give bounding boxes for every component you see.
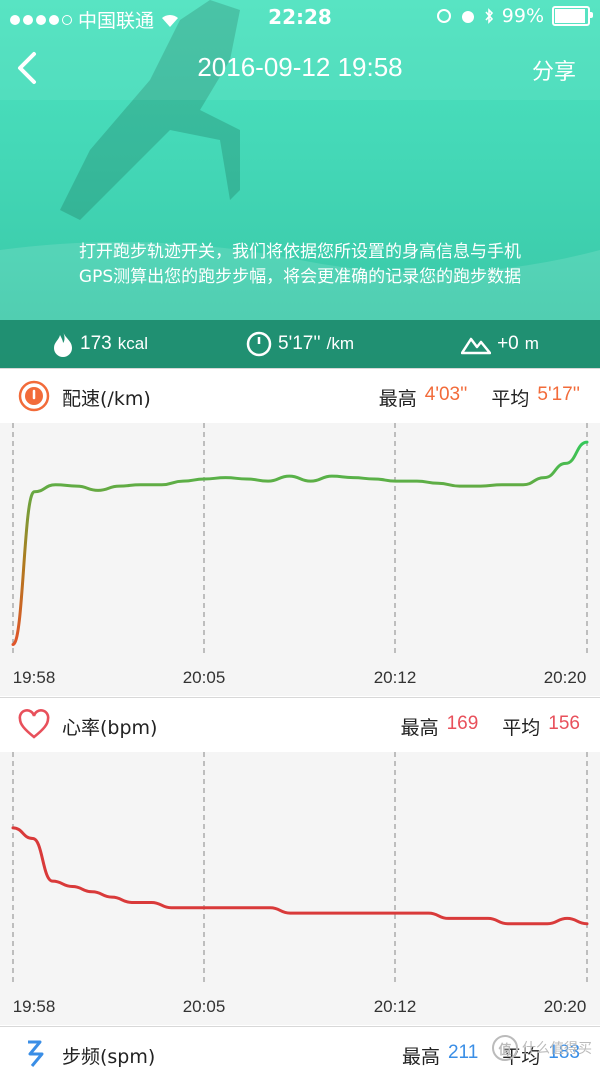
elevation-unit: m [524,334,539,353]
orientation-lock-icon [436,9,451,23]
pace-max-value: 4'03'' [424,384,468,405]
heart-icon [18,709,50,739]
cadence-max-value: 211 [447,1042,479,1063]
x-tick-label: 20:12 [373,997,417,1016]
footsteps-icon [28,1040,44,1067]
cadence-title: 步频(spm) [62,1046,156,1068]
flame-icon [54,332,73,357]
heart-chart: 19:58 20:05 20:12 20:20 [0,752,600,1025]
pace-unit: /km [326,334,354,353]
watermark-logo-icon: 值 [492,1035,518,1061]
status-bar: 中国联通 22:28 99% [0,0,600,34]
series-line [11,440,589,646]
battery-level [555,9,585,23]
pace-chart: 19:58 20:05 20:12 20:20 [0,423,600,696]
x-tick-label: 20:20 [543,668,587,687]
heart-avg-value: 156 [548,713,580,734]
pace-section-header: 配速(/km) 最高 4'03'' 平均 5'17'' [0,368,600,424]
summary-bar: 173 kcal 5'17'' /km +0 m [0,320,600,368]
battery-percent: 99% [501,5,544,27]
pace-title: 配速(/km) [62,388,151,410]
hero-banner: 中国联通 22:28 99% 2016-09-12 19:58 分享 打开跑步轨… [0,0,600,368]
pace-avg-label: 平均 [491,388,530,410]
hero-message: 打开跑步轨迹开关，我们将依据您所设置的身高信息与手机 GPS测算出您的跑步步幅，… [0,240,600,290]
x-tick-label: 19:58 [12,997,56,1016]
x-tick-label: 20:12 [373,668,417,687]
pace-value: 5'17'' [278,333,321,354]
heart-max-label: 最高 [400,717,439,739]
page-title: 2016-09-12 19:58 [197,52,403,82]
calories-value: 173 [80,333,112,354]
calories-unit: kcal [117,334,148,353]
heart-title: 心率(bpm) [62,717,158,739]
pace-stats: 最高 4'03'' 平均 5'17'' [379,384,580,411]
x-tick-label: 20:20 [543,997,587,1016]
pace-max-label: 最高 [378,388,417,410]
watermark-text: 什么值得买 [522,1041,592,1057]
heart-avg-label: 平均 [502,717,541,739]
pace-gauge-icon [18,380,50,412]
calories-summary: 173 kcal [0,331,200,357]
x-tick-label: 20:05 [182,997,226,1016]
share-button[interactable]: 分享 [532,54,576,86]
pace-avg-value: 5'17'' [537,384,580,405]
series-line [11,826,589,926]
x-tick-label: 20:05 [182,668,226,687]
elevation-summary: +0 m [400,333,600,355]
elevation-value: +0 [497,333,519,354]
heart-section-header: 心率(bpm) 最高 169 平均 156 [0,697,600,753]
hero-message-line: GPS测算出您的跑步步幅，将会更准确的记录您的跑步数据 [78,267,522,287]
watermark: 值 什么值得买 [492,1035,592,1061]
x-tick-label: 19:58 [12,668,56,687]
battery-icon [552,6,593,26]
heart-stats: 最高 169 平均 156 [401,713,580,740]
mountain-icon [461,337,492,355]
pace-chart-svg [11,423,589,653]
heart-chart-svg [11,752,589,982]
bluetooth-icon [485,8,493,24]
heart-max-value: 169 [446,713,479,734]
nav-bar: 2016-09-12 19:58 分享 [0,36,600,100]
hero-message-line: 打开跑步轨迹开关，我们将依据您所设置的身高信息与手机 [79,242,521,262]
pace-summary: 5'17'' /km [200,331,400,357]
alarm-icon [461,11,474,23]
speedometer-icon [246,331,272,357]
cadence-max-label: 最高 [401,1046,440,1068]
